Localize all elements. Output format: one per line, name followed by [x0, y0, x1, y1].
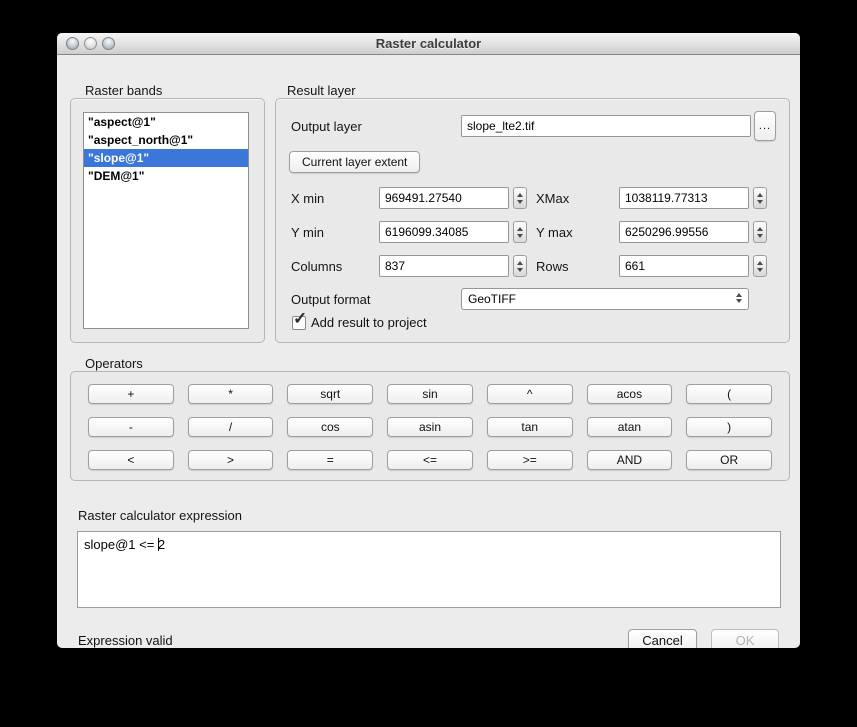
add-result-checkbox-label: Add result to project	[311, 315, 427, 330]
output-format-label: Output format	[291, 292, 370, 307]
operator-equals-button[interactable]: =	[287, 450, 373, 470]
ymin-spinner[interactable]	[513, 221, 527, 243]
operator-close-paren-button[interactable]: )	[686, 417, 772, 437]
dialog-content: Raster bands "aspect@1" "aspect_north@1"…	[57, 56, 800, 648]
spinner-down-icon[interactable]	[757, 200, 763, 204]
operator-less-equal-button[interactable]: <=	[387, 450, 473, 470]
list-item[interactable]: "slope@1"	[84, 149, 248, 167]
operator-sqrt-button[interactable]: sqrt	[287, 384, 373, 404]
output-format-select[interactable]: GeoTIFF	[461, 288, 749, 310]
xmax-label: XMax	[536, 191, 569, 206]
operator-sin-button[interactable]: sin	[387, 384, 473, 404]
ymax-value: 6250296.99556	[625, 225, 708, 239]
columns-label: Columns	[291, 259, 342, 274]
spinner-down-icon[interactable]	[757, 268, 763, 272]
rows-value: 661	[625, 259, 645, 273]
operator-asin-button[interactable]: asin	[387, 417, 473, 437]
columns-value: 837	[385, 259, 405, 273]
raster-bands-group: "aspect@1" "aspect_north@1" "slope@1" "D…	[70, 98, 265, 343]
result-layer-group: Output layer slope_lte2.tif ... Current …	[275, 98, 790, 343]
raster-calculator-window: Raster calculator Raster bands "aspect@1…	[57, 33, 800, 648]
columns-input[interactable]: 837	[379, 255, 509, 277]
spinner-down-icon[interactable]	[517, 200, 523, 204]
raster-bands-list[interactable]: "aspect@1" "aspect_north@1" "slope@1" "D…	[83, 112, 249, 329]
spinner-down-icon[interactable]	[517, 268, 523, 272]
operator-or-button[interactable]: OR	[686, 450, 772, 470]
xmax-input[interactable]: 1038119.77313	[619, 187, 749, 209]
rows-spinner[interactable]	[753, 255, 767, 277]
desktop-background: Raster calculator Raster bands "aspect@1…	[0, 0, 857, 727]
browse-button[interactable]: ...	[754, 111, 776, 141]
spinner-up-icon[interactable]	[757, 261, 763, 265]
ymin-label: Y min	[291, 225, 324, 240]
add-result-checkbox[interactable]: ✓	[292, 316, 306, 330]
operators-group: + * sqrt sin ^ acos ( - / cos asin tan a…	[70, 371, 790, 481]
spinner-up-icon[interactable]	[757, 193, 763, 197]
spinner-up-icon[interactable]	[517, 261, 523, 265]
operator-multiply-button[interactable]: *	[188, 384, 274, 404]
operator-and-button[interactable]: AND	[587, 450, 673, 470]
xmax-spinner[interactable]	[753, 187, 767, 209]
operator-cos-button[interactable]: cos	[287, 417, 373, 437]
output-format-value: GeoTIFF	[468, 292, 516, 306]
list-item[interactable]: "DEM@1"	[84, 167, 248, 185]
xmin-label: X min	[291, 191, 324, 206]
list-item[interactable]: "aspect@1"	[84, 113, 248, 131]
dropdown-arrows-icon	[736, 293, 742, 303]
current-layer-extent-button[interactable]: Current layer extent	[289, 151, 420, 173]
xmin-spinner[interactable]	[513, 187, 527, 209]
spinner-down-icon[interactable]	[757, 234, 763, 238]
expression-textarea[interactable]: slope@1 <= 2	[77, 531, 781, 608]
expression-status: Expression valid	[78, 633, 173, 648]
operator-greater-equal-button[interactable]: >=	[487, 450, 573, 470]
xmin-value: 969491.27540	[385, 191, 462, 205]
rows-label: Rows	[536, 259, 569, 274]
ymax-spinner[interactable]	[753, 221, 767, 243]
output-layer-input[interactable]: slope_lte2.tif	[461, 115, 751, 137]
operator-plus-button[interactable]: +	[88, 384, 174, 404]
spinner-down-icon[interactable]	[517, 234, 523, 238]
output-layer-value: slope_lte2.tif	[467, 119, 534, 133]
ymin-value: 6196099.34085	[385, 225, 468, 239]
output-layer-label: Output layer	[291, 119, 362, 134]
expression-text-after-cursor: 2	[158, 537, 165, 552]
ok-button[interactable]: OK	[711, 629, 779, 648]
operator-greater-than-button[interactable]: >	[188, 450, 274, 470]
spinner-up-icon[interactable]	[517, 193, 523, 197]
checkmark-icon: ✓	[293, 310, 307, 327]
raster-bands-label: Raster bands	[85, 83, 162, 98]
operator-minus-button[interactable]: -	[88, 417, 174, 437]
xmin-input[interactable]: 969491.27540	[379, 187, 509, 209]
ymax-input[interactable]: 6250296.99556	[619, 221, 749, 243]
ymax-label: Y max	[536, 225, 573, 240]
spinner-up-icon[interactable]	[757, 227, 763, 231]
window-title: Raster calculator	[57, 33, 800, 55]
result-layer-label: Result layer	[287, 83, 356, 98]
ymin-input[interactable]: 6196099.34085	[379, 221, 509, 243]
expression-label: Raster calculator expression	[78, 508, 242, 523]
operators-label: Operators	[85, 356, 143, 371]
spinner-up-icon[interactable]	[517, 227, 523, 231]
expression-text-before-cursor: slope@1 <=	[84, 537, 158, 552]
titlebar[interactable]: Raster calculator	[57, 33, 800, 55]
operator-power-button[interactable]: ^	[487, 384, 573, 404]
xmax-value: 1038119.77313	[625, 191, 708, 205]
rows-input[interactable]: 661	[619, 255, 749, 277]
operator-tan-button[interactable]: tan	[487, 417, 573, 437]
operator-atan-button[interactable]: atan	[587, 417, 673, 437]
operator-open-paren-button[interactable]: (	[686, 384, 772, 404]
operator-less-than-button[interactable]: <	[88, 450, 174, 470]
list-item[interactable]: "aspect_north@1"	[84, 131, 248, 149]
operator-divide-button[interactable]: /	[188, 417, 274, 437]
cancel-button[interactable]: Cancel	[628, 629, 697, 648]
columns-spinner[interactable]	[513, 255, 527, 277]
operator-acos-button[interactable]: acos	[587, 384, 673, 404]
